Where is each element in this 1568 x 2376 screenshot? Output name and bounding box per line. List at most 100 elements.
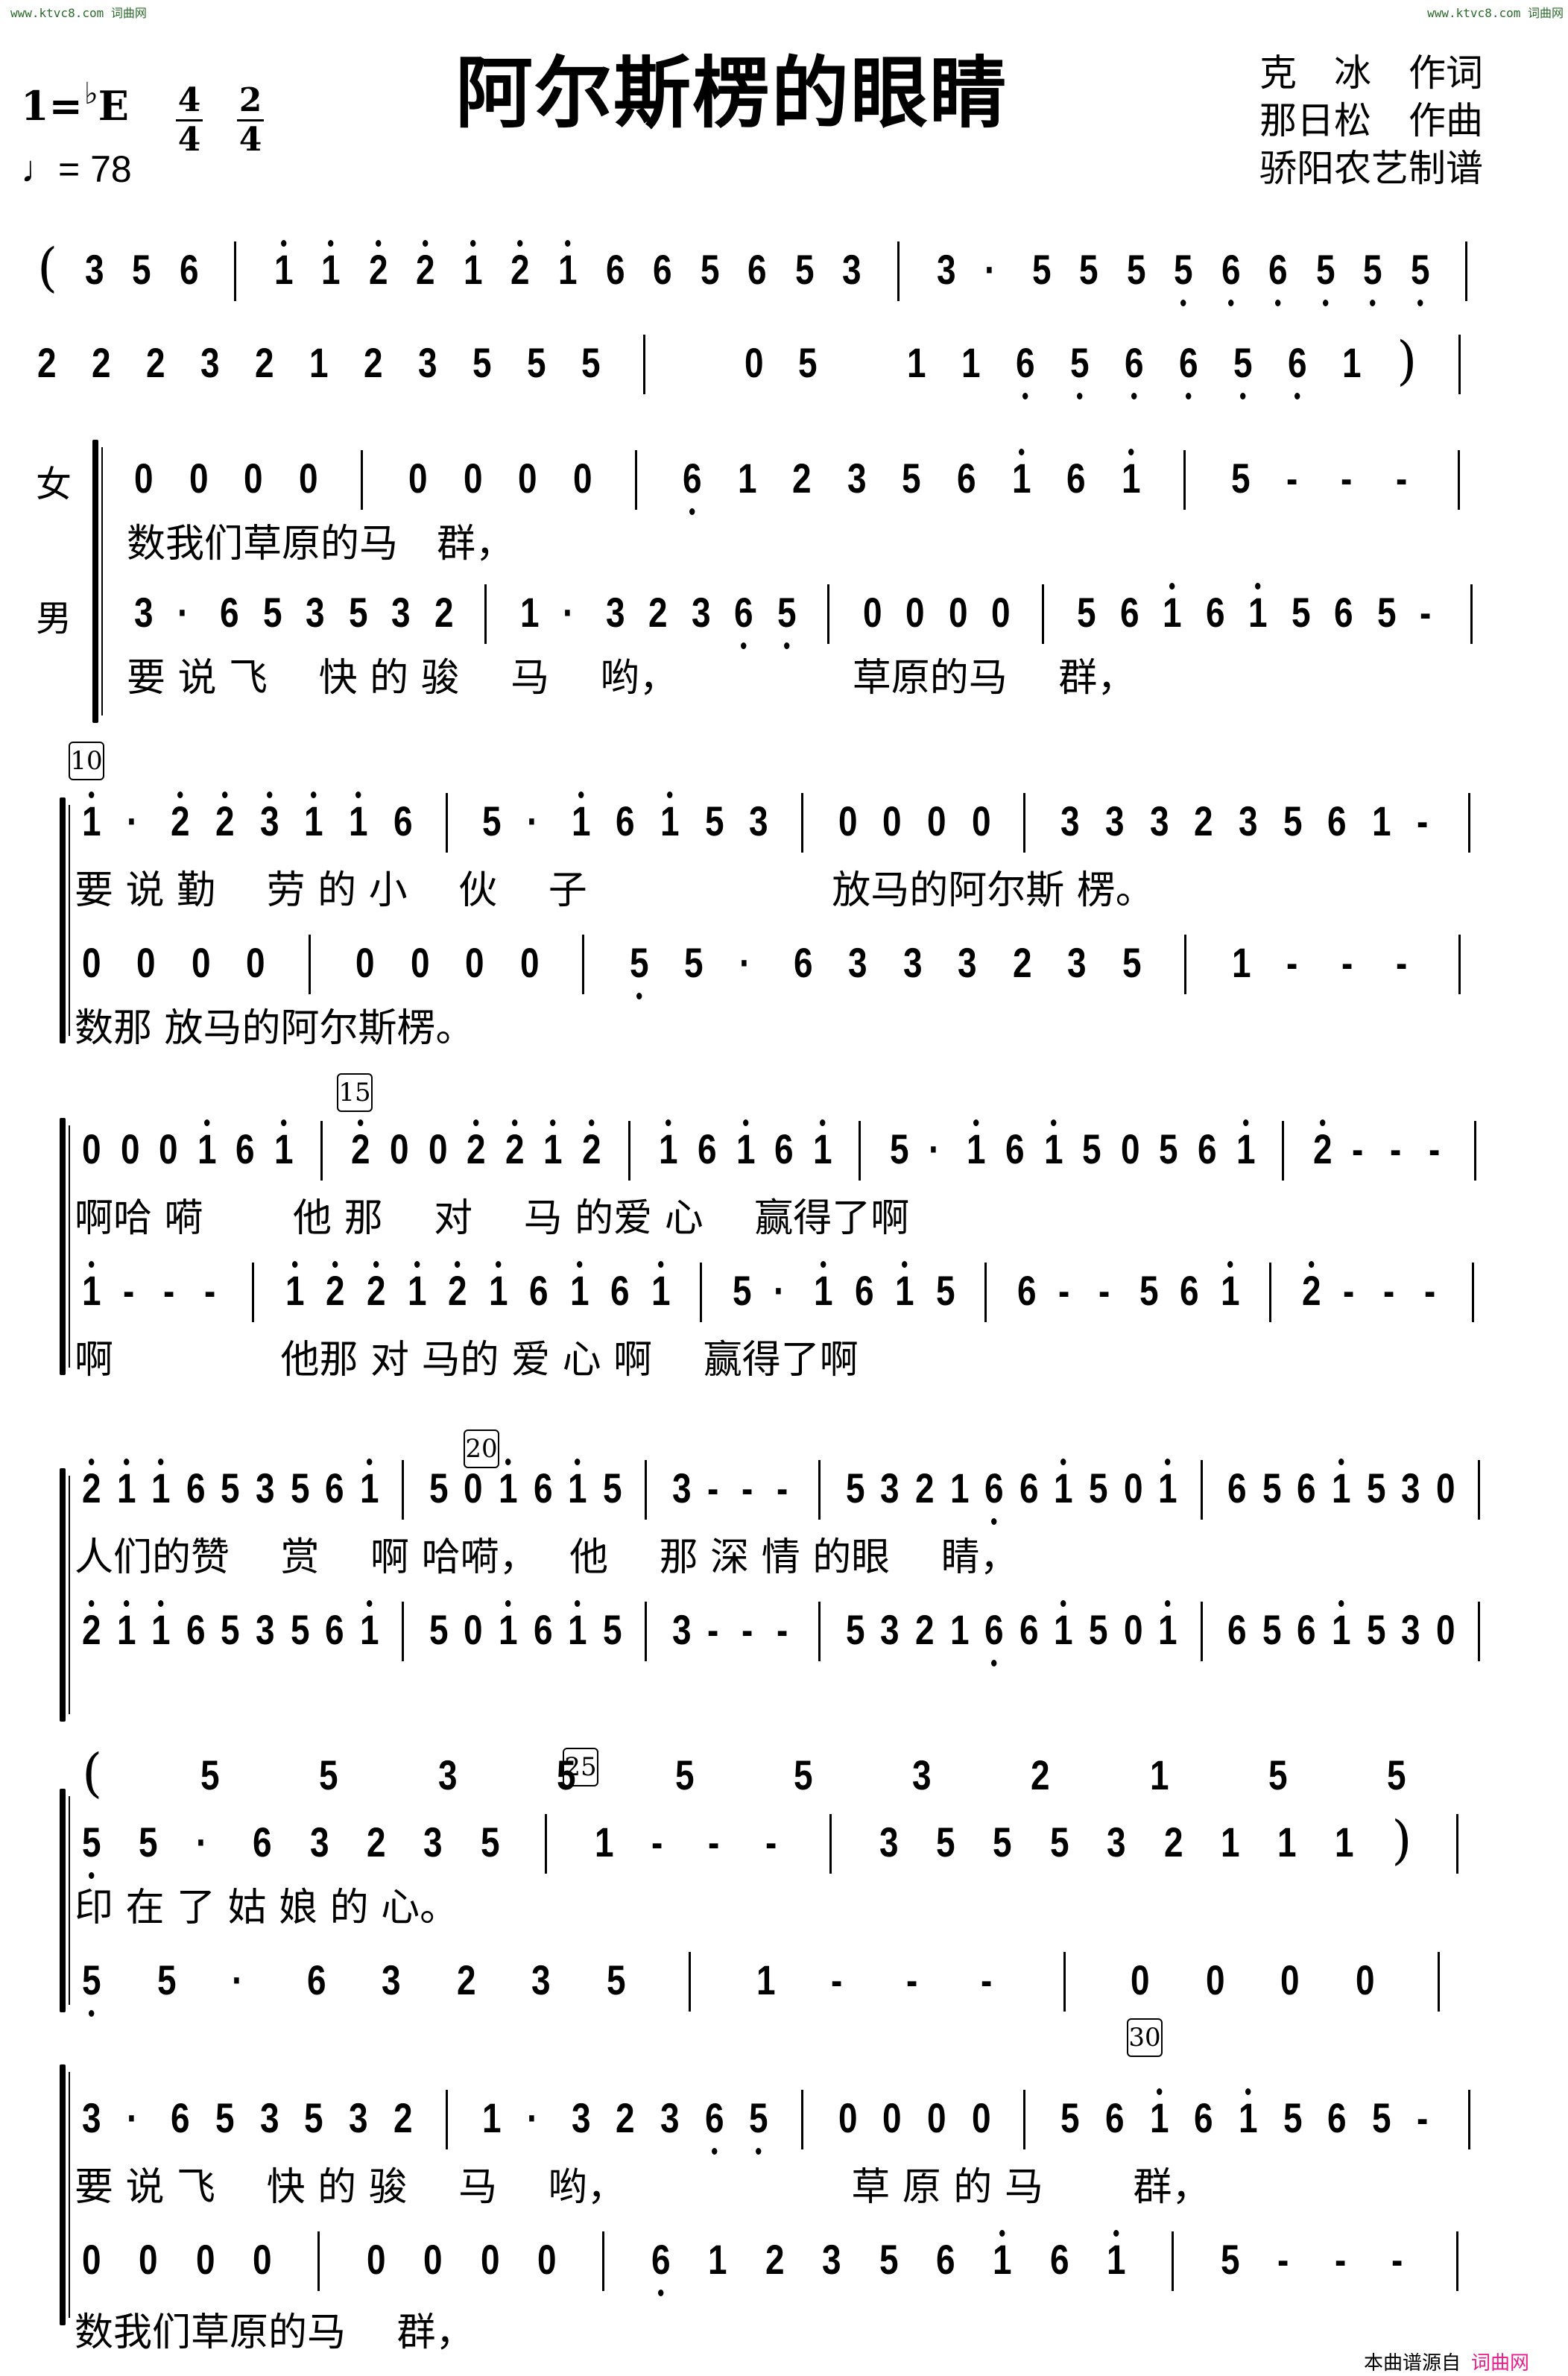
octave-up-dot bbox=[658, 1261, 664, 1268]
note: 5 bbox=[1363, 246, 1382, 306]
barline bbox=[1455, 2231, 1458, 2291]
rest: 0 bbox=[927, 797, 946, 844]
note: 5 bbox=[993, 1819, 1012, 1865]
barline bbox=[801, 793, 803, 853]
quarter-note-icon: ♩ bbox=[21, 148, 58, 190]
octave-down-dot bbox=[89, 1872, 95, 1879]
note: 6 bbox=[235, 1125, 256, 1172]
rest: 0 bbox=[991, 589, 1011, 636]
note: 1 bbox=[651, 1261, 671, 1315]
note: 1 bbox=[1239, 2088, 1257, 2142]
system-bracket-inner bbox=[69, 805, 70, 1036]
note: 6 bbox=[734, 589, 753, 649]
rest: 0 bbox=[464, 1465, 483, 1511]
rest: 0 bbox=[298, 455, 318, 502]
octave-up-dot bbox=[511, 1119, 518, 1126]
rest: 0 bbox=[948, 589, 968, 636]
barline bbox=[1455, 1814, 1458, 1874]
note: 5 bbox=[1174, 246, 1193, 306]
note: 3 bbox=[571, 2094, 591, 2141]
octave-up-dot bbox=[375, 240, 382, 247]
key-note: E bbox=[98, 82, 129, 130]
note: 6 bbox=[171, 2094, 190, 2141]
note: 6 bbox=[1198, 1125, 1217, 1172]
note: 2 bbox=[616, 2094, 635, 2141]
rest: 0 bbox=[246, 939, 265, 986]
note: 2 bbox=[91, 339, 111, 386]
rest: 0 bbox=[882, 797, 902, 844]
octave-up-dot bbox=[1319, 1119, 1326, 1126]
note: 1 bbox=[1163, 583, 1182, 636]
footer-site-link[interactable]: 词曲网 bbox=[1471, 2351, 1529, 2374]
rest: 0 bbox=[1280, 1956, 1300, 2003]
octave-up-dot bbox=[1309, 1261, 1315, 1268]
sustain-dash: - bbox=[831, 1956, 843, 2003]
barline bbox=[402, 1602, 405, 1661]
sustain-dash: - bbox=[1351, 1125, 1363, 1172]
barline bbox=[689, 1952, 692, 2012]
note: 5 bbox=[1283, 2094, 1303, 2141]
note: 1 bbox=[1149, 1751, 1169, 1798]
rest: 0 bbox=[572, 455, 592, 502]
note: 6 bbox=[1205, 589, 1225, 636]
note: · bbox=[232, 1956, 244, 2003]
rest: 0 bbox=[389, 1125, 409, 1172]
lyric-line: 人们的赞 赏 啊 哈嗬， 他 那 深 情 的眼 睛， bbox=[75, 1535, 1019, 1580]
time-signature-2-4: 24 bbox=[237, 83, 264, 157]
note: 5 bbox=[556, 1751, 576, 1798]
note: 2 bbox=[363, 339, 383, 386]
rest: 0 bbox=[1355, 1956, 1375, 2003]
note: 6 bbox=[1297, 1465, 1317, 1511]
sustain-dash: - bbox=[1341, 455, 1353, 502]
note: 5 bbox=[200, 1751, 220, 1798]
octave-up-dot bbox=[495, 1261, 502, 1268]
note: 6 bbox=[533, 1606, 553, 1653]
note: 5 bbox=[1262, 1465, 1282, 1511]
note: 1 bbox=[543, 1119, 563, 1173]
sustain-dash: - bbox=[776, 1606, 788, 1653]
rest: 0 bbox=[120, 1125, 140, 1172]
note: 2 bbox=[448, 1261, 467, 1315]
note: 3 bbox=[1238, 797, 1258, 844]
note: · bbox=[526, 797, 539, 844]
barline bbox=[1268, 1263, 1271, 1322]
sustain-dash: - bbox=[163, 1267, 175, 1314]
part-label-male: 男 bbox=[36, 598, 72, 639]
note: 1 bbox=[967, 1119, 986, 1173]
note: 5 bbox=[1082, 1125, 1101, 1172]
song-title-text: 阿尔斯楞的眼睛 bbox=[455, 47, 1008, 139]
octave-up-dot bbox=[89, 1459, 95, 1465]
note: 5 bbox=[1159, 1125, 1178, 1172]
octave-up-dot bbox=[358, 1119, 364, 1126]
octave-up-dot bbox=[575, 1600, 581, 1607]
barline bbox=[1465, 241, 1468, 301]
note: 5 bbox=[1262, 1606, 1282, 1653]
note: 5 bbox=[794, 246, 815, 293]
note: 5 bbox=[1283, 797, 1303, 844]
rest: 0 bbox=[410, 939, 430, 986]
rest: 0 bbox=[905, 589, 925, 636]
sustain-dash: - bbox=[905, 1956, 918, 2003]
note: · bbox=[126, 2094, 138, 2141]
octave-up-dot bbox=[1227, 1261, 1233, 1268]
note: 2 bbox=[467, 1119, 486, 1173]
note: 2 bbox=[648, 589, 668, 636]
octave-up-dot bbox=[328, 240, 334, 247]
footer-source-text: 本曲谱源自 bbox=[1364, 2351, 1461, 2374]
barline bbox=[361, 450, 364, 510]
octave-up-dot bbox=[1338, 1459, 1344, 1465]
rest: 0 bbox=[1123, 1606, 1143, 1653]
note: 1 bbox=[814, 1261, 833, 1315]
note: 1 bbox=[1236, 1119, 1255, 1173]
barline bbox=[252, 1263, 255, 1322]
note: 6 bbox=[1104, 2094, 1125, 2141]
lyric-line: 啊 他那 对 马的 爱 心 啊 赢得了啊 bbox=[75, 1338, 859, 1383]
note: 1 bbox=[1332, 1459, 1351, 1512]
note: 5 bbox=[606, 1956, 626, 2003]
system-bracket bbox=[60, 797, 66, 1043]
note: 6 bbox=[306, 1956, 326, 2003]
note: 2 bbox=[326, 1261, 345, 1315]
note: 5 bbox=[890, 1125, 909, 1172]
note: 5 bbox=[1088, 1465, 1108, 1511]
note: 5 bbox=[733, 1267, 752, 1314]
